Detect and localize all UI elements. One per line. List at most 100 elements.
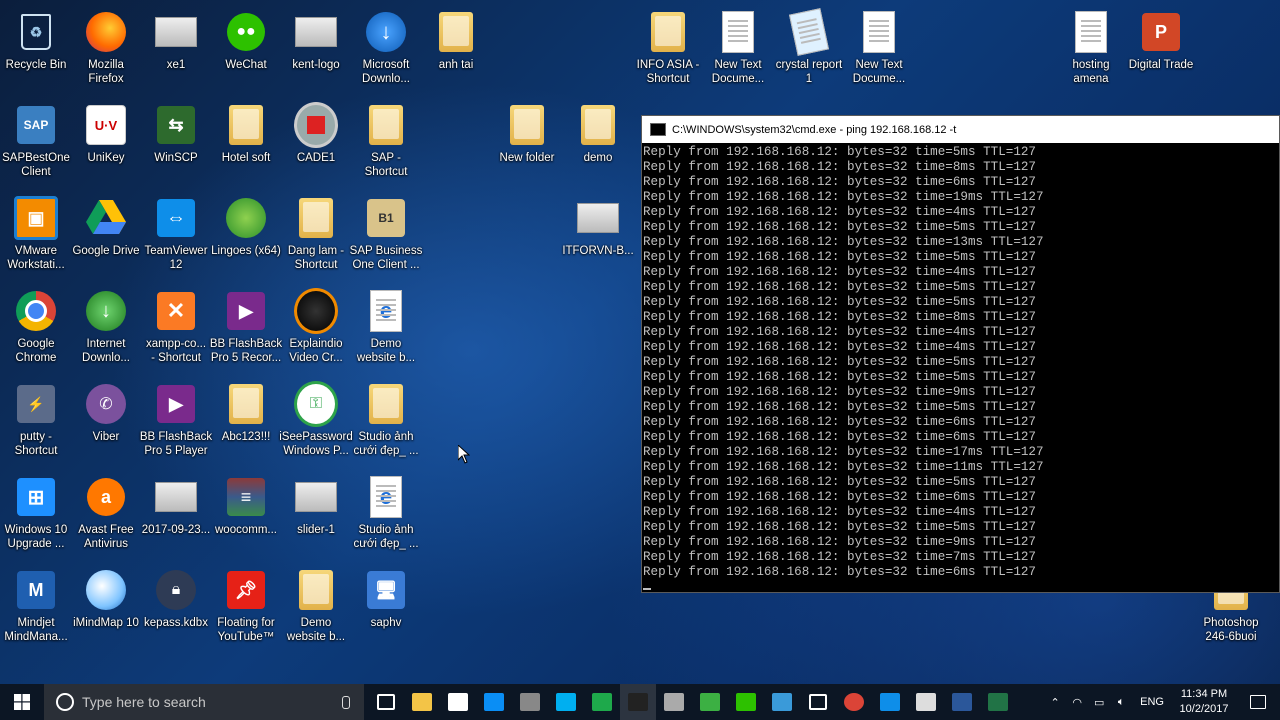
desktop-icon[interactable]: New Text Docume... <box>843 6 915 96</box>
volume-icon[interactable]: 🔈︎ <box>1110 684 1132 720</box>
task-view-icon[interactable] <box>368 684 404 720</box>
desktop-icon[interactable]: crystal report 1 <box>773 6 845 96</box>
desktop-icon[interactable]: ▶ BB FlashBack Pro 5 Recor... <box>210 285 282 375</box>
desktop-icon[interactable]: ⚿ iSeePassword Windows P... <box>279 378 353 468</box>
desktop-icon[interactable]: demo <box>562 99 634 189</box>
edge-icon: e <box>364 475 408 519</box>
desktop-icon[interactable]: Demo website b... <box>280 564 352 654</box>
desktop-icon[interactable]: SAP SAPBestOne Client <box>0 99 72 189</box>
desktop-icon[interactable]: ●● WeChat <box>210 6 282 96</box>
desktop-icon[interactable]: a Avast Free Antivirus <box>70 471 142 561</box>
desktop-icon[interactable]: ♻ Recycle Bin <box>0 6 72 96</box>
desktop-icon[interactable]: INFO ASIA - Shortcut <box>632 6 704 96</box>
cmd-titlebar[interactable]: C:\WINDOWS\system32\cmd.exe - ping 192.1… <box>642 116 1279 143</box>
desktop-icon[interactable]: ⇆ WinSCP <box>140 99 212 189</box>
clock[interactable]: 11:34 PM 10/2/2017 <box>1172 687 1236 717</box>
mindjet-icon: M <box>14 568 58 612</box>
action-center-icon[interactable] <box>1236 684 1280 720</box>
desktop-icon[interactable]: U·V UniKey <box>70 99 142 189</box>
desktop-icon[interactable]: e Demo website b... <box>350 285 422 375</box>
desktop-icon[interactable]: xe1 <box>140 6 212 96</box>
desktop-icon[interactable]: 📌︎ Floating for YouTube™ <box>210 564 282 654</box>
desktop-icon[interactable]: slider-1 <box>280 471 352 561</box>
folder-icon <box>505 103 549 147</box>
desktop-icon[interactable]: Studio ảnh cưới đẹp_ ... <box>350 378 422 468</box>
desktop-icon[interactable]: 🖥︎ saphv <box>350 564 422 654</box>
desktop-icon[interactable]: Mozilla Firefox <box>70 6 142 96</box>
desktop-icon[interactable]: Dang lam - Shortcut <box>280 192 352 282</box>
cmd-window[interactable]: C:\WINDOWS\system32\cmd.exe - ping 192.1… <box>641 115 1280 593</box>
image-thumbnail-icon <box>154 10 198 54</box>
folder-icon <box>364 103 408 147</box>
desktop-icon[interactable]: ⚡ putty - Shortcut <box>0 378 72 468</box>
wechat-icon[interactable] <box>728 684 764 720</box>
skype-icon[interactable] <box>548 684 584 720</box>
desktop-icon[interactable]: New Text Docume... <box>702 6 774 96</box>
zalo-icon[interactable] <box>476 684 512 720</box>
desktop-icon[interactable]: Google Chrome <box>0 285 72 375</box>
desktop-icon[interactable]: M Mindjet MindMana... <box>0 564 72 654</box>
desktop-icon[interactable]: ▶ BB FlashBack Pro 5 Player <box>140 378 212 468</box>
desktop-icon[interactable]: ▣ VMware Workstati... <box>0 192 72 282</box>
desktop-icon[interactable]: e Studio ảnh cưới đẹp_ ... <box>350 471 422 561</box>
language-indicator[interactable]: ENG <box>1132 696 1172 708</box>
desktop-icon[interactable]: anh tai <box>420 6 492 96</box>
desktop-icon[interactable]: ↓ Microsoft Downlo... <box>350 6 422 96</box>
stock-chart-icon[interactable] <box>584 684 620 720</box>
desktop-icon[interactable]: kent-logo <box>280 6 352 96</box>
file-explorer-icon[interactable] <box>404 684 440 720</box>
vpn-icon[interactable] <box>512 684 548 720</box>
excel-icon[interactable] <box>980 684 1016 720</box>
desktop-icon[interactable]: ITFORVN-B... <box>562 192 634 282</box>
desktop-icon[interactable]: SAP - Shortcut <box>350 99 422 189</box>
desktop-icon[interactable]: 🔒︎ kepass.kdbx <box>140 564 212 654</box>
desktop-icon[interactable]: B1 SAP Business One Client ... <box>350 192 422 282</box>
desktop-icon-label: New Text Docume... <box>852 59 906 85</box>
folder-icon <box>434 10 478 54</box>
desktop-icon-label: Studio ảnh cưới đẹp_ ... <box>353 431 419 457</box>
desktop-icon[interactable]: ↓ Internet Downlo... <box>70 285 142 375</box>
microphone-icon[interactable] <box>342 695 350 709</box>
chrome-icon <box>14 289 58 333</box>
cmd-output-line: Reply from 192.168.168.12: bytes=32 time… <box>643 340 1036 354</box>
desktop-icon[interactable]: iMindMap 10 <box>70 564 142 654</box>
text-document-icon <box>716 10 760 54</box>
photos-icon[interactable] <box>908 684 944 720</box>
desktop-icon[interactable]: Hotel soft <box>210 99 282 189</box>
desktop-icon[interactable]: Explaindio Video Cr... <box>280 285 352 375</box>
cmd-output-line: Reply from 192.168.168.12: bytes=32 time… <box>643 400 1036 414</box>
monitor-icon[interactable] <box>764 684 800 720</box>
desktop-icon[interactable]: Lingoes (x64) <box>210 192 282 282</box>
store-icon[interactable] <box>440 684 476 720</box>
desktop-icon[interactable]: Google Drive <box>70 192 142 282</box>
desktop-icon[interactable]: 2017-09-23... <box>140 471 212 561</box>
folder-icon <box>646 10 690 54</box>
tablet-icon[interactable] <box>656 684 692 720</box>
mouse-pointer-icon <box>458 445 470 464</box>
show-hidden-icons-chevron-icon[interactable]: ⌃ <box>1044 684 1066 720</box>
desktop-icon[interactable]: hosting amena <box>1055 6 1127 96</box>
desktop-icon[interactable]: ✕ xampp-co... - Shortcut <box>140 285 212 375</box>
desktop-icon[interactable]: ✆ Viber <box>70 378 142 468</box>
network-wifi-icon[interactable]: ◠ <box>1066 684 1088 720</box>
taskbar-search-box[interactable]: Type here to search <box>44 684 364 720</box>
floating-youtube-icon: 📌︎ <box>224 568 268 612</box>
desktop-icon[interactable]: Abc123!!! <box>210 378 282 468</box>
green-diamond-icon[interactable] <box>692 684 728 720</box>
battery-icon[interactable]: ▭ <box>1088 684 1110 720</box>
desktop-icon[interactable]: ≡ woocomm... <box>210 471 282 561</box>
cmd-output-line: Reply from 192.168.168.12: bytes=32 time… <box>643 265 1036 279</box>
desktop-icon[interactable]: New folder <box>491 99 563 189</box>
settings-gear-icon[interactable] <box>800 684 836 720</box>
desktop-icon[interactable]: P Digital Trade <box>1125 6 1197 96</box>
cmd-output[interactable]: Reply from 192.168.168.12: bytes=32 time… <box>642 143 1279 595</box>
cmd-icon[interactable] <box>620 684 656 720</box>
word-icon[interactable] <box>944 684 980 720</box>
wechat-icon: ●● <box>224 10 268 54</box>
desktop-icon[interactable]: ⊞ Windows 10 Upgrade ... <box>0 471 72 561</box>
teamviewer-icon[interactable] <box>872 684 908 720</box>
desktop-icon[interactable]: ⇔ TeamViewer 12 <box>140 192 212 282</box>
chrome-icon[interactable] <box>836 684 872 720</box>
start-button[interactable] <box>0 684 44 720</box>
desktop-icon[interactable]: CADE1 <box>280 99 352 189</box>
